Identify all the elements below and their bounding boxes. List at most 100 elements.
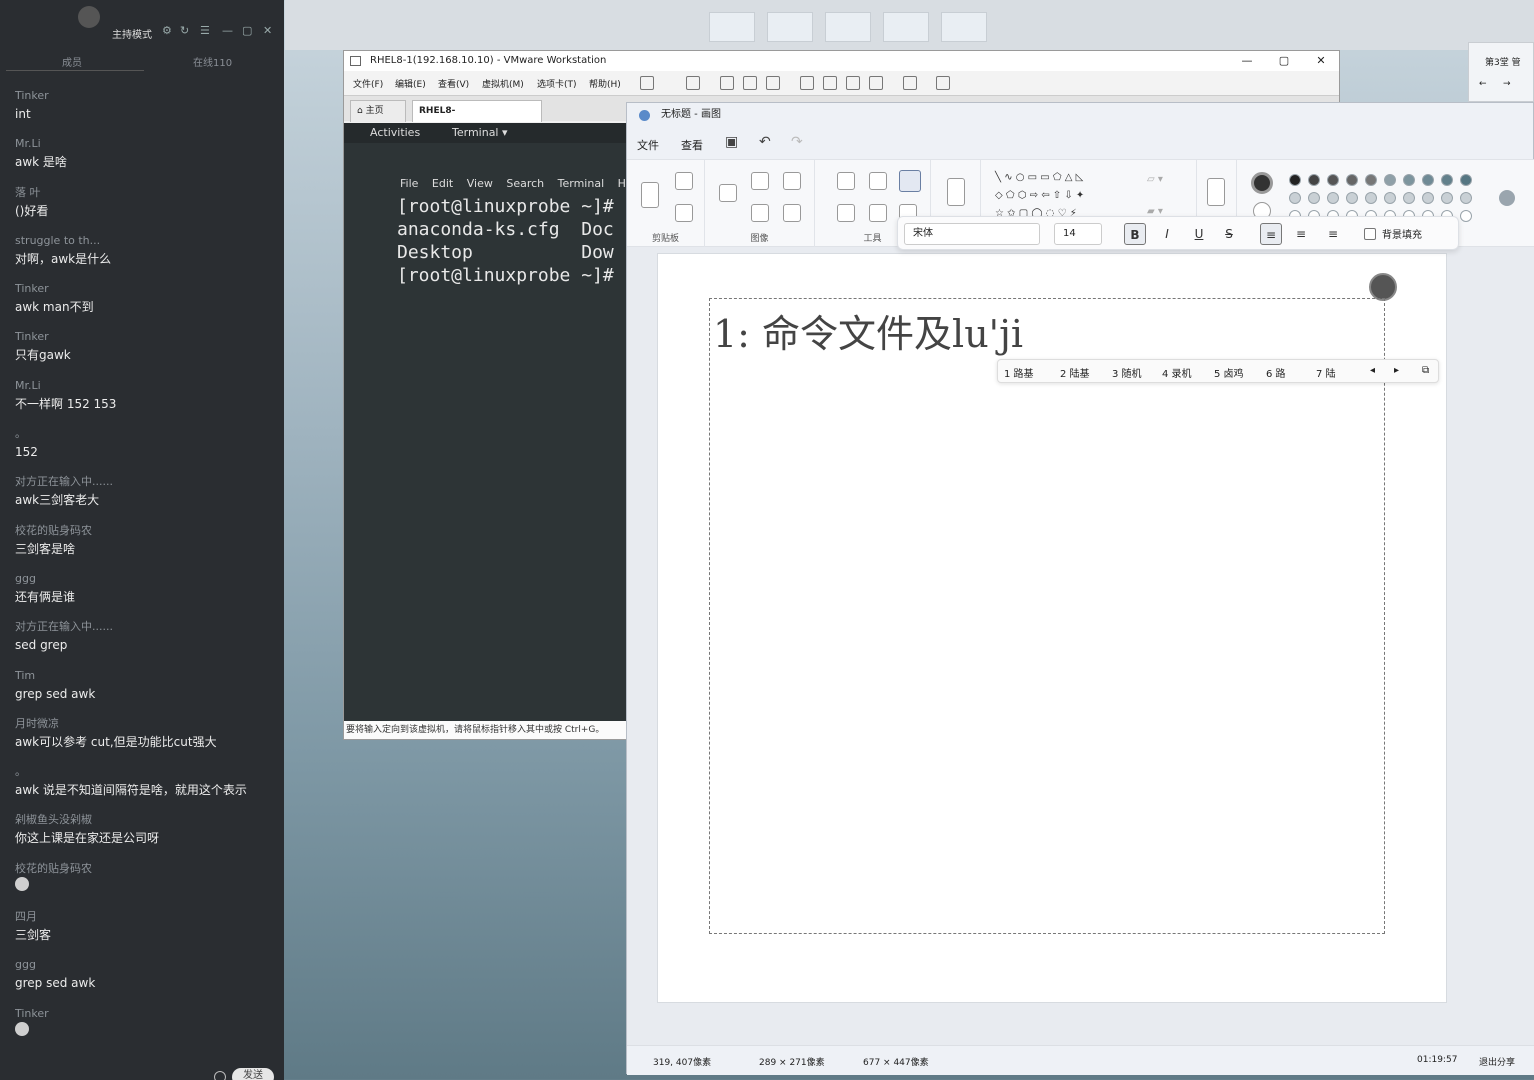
console-icon[interactable] <box>903 76 917 90</box>
color-swatch[interactable] <box>1289 192 1301 204</box>
italic-button[interactable]: I <box>1156 223 1178 245</box>
color-swatch[interactable] <box>1422 174 1434 186</box>
pause-icon[interactable] <box>640 76 654 90</box>
color-swatch[interactable] <box>1327 174 1339 186</box>
taskbar-thumbnail[interactable] <box>825 12 871 42</box>
ime-candidate[interactable]: 7 陆 <box>1316 365 1336 380</box>
tab-home[interactable]: ⌂ 主页 <box>350 100 406 122</box>
terminal-menu-terminal[interactable]: Terminal <box>558 177 605 190</box>
select-icon[interactable] <box>719 184 737 202</box>
brush-icon[interactable] <box>947 178 965 206</box>
outline-icon[interactable]: ▱ ▾ <box>1147 174 1163 185</box>
color-swatch[interactable] <box>1308 174 1320 186</box>
color-swatch[interactable] <box>1384 192 1396 204</box>
strikethrough-button[interactable]: S <box>1218 223 1240 245</box>
text-box-selection[interactable] <box>709 298 1385 934</box>
back-icon[interactable]: ← <box>1479 79 1487 89</box>
send-keys-icon[interactable] <box>686 76 700 90</box>
text-tool-icon[interactable] <box>899 170 921 192</box>
maximize-icon[interactable]: ▢ <box>242 24 252 37</box>
align-left-button[interactable]: ≡ <box>1260 223 1282 245</box>
background-fill-checkbox[interactable] <box>1364 228 1376 240</box>
align-center-button[interactable]: ≡ <box>1290 223 1312 245</box>
stretch-icon[interactable] <box>936 76 950 90</box>
menu-file[interactable]: 文件(F) <box>353 77 383 90</box>
tab-members[interactable]: 成员 <box>62 54 82 69</box>
terminal-menu-edit[interactable]: Edit <box>432 177 453 190</box>
menu-view[interactable]: 查看 <box>681 137 703 153</box>
color-swatch[interactable] <box>1441 174 1453 186</box>
ime-candidate[interactable]: 3 随机 <box>1112 365 1142 380</box>
color-swatch[interactable] <box>1308 192 1320 204</box>
copy-icon[interactable] <box>675 204 693 222</box>
menu-tabs[interactable]: 选项卡(T) <box>537 77 577 90</box>
menu-file[interactable]: 文件 <box>637 137 659 153</box>
close-icon[interactable]: ✕ <box>1306 51 1336 71</box>
redo-icon[interactable]: ↷ <box>791 134 803 150</box>
align-right-button[interactable]: ≡ <box>1322 223 1344 245</box>
taskbar-thumbnail[interactable] <box>709 12 755 42</box>
color-swatch[interactable] <box>1422 192 1434 204</box>
crop-icon[interactable] <box>751 172 769 190</box>
color-swatch[interactable] <box>1403 192 1415 204</box>
thumbnail-icon[interactable] <box>823 76 837 90</box>
undo-icon[interactable]: ↶ <box>759 134 771 150</box>
polygon-icon[interactable]: ◇ ⬠ ⬡ ⇨ ⇦ ⇧ ⇩ ✦ <box>995 190 1084 201</box>
color-swatch[interactable] <box>1346 192 1358 204</box>
ime-candidate[interactable]: 1 路基 <box>1004 365 1034 380</box>
close-icon[interactable]: ✕ <box>263 24 272 37</box>
color-swatch[interactable] <box>1365 174 1377 186</box>
color-swatch[interactable] <box>1384 174 1396 186</box>
ime-prev-icon[interactable]: ◂ <box>1370 365 1375 376</box>
taskbar-thumbnail[interactable] <box>767 12 813 42</box>
paste-icon[interactable] <box>641 182 659 208</box>
terminal-menu-view[interactable]: View <box>467 177 493 190</box>
color-swatch[interactable] <box>1289 174 1301 186</box>
ime-next-icon[interactable]: ▸ <box>1394 365 1399 376</box>
ime-candidate[interactable]: 4 录机 <box>1162 365 1192 380</box>
color-swatch[interactable] <box>1365 192 1377 204</box>
menu-icon[interactable]: ☰ <box>200 24 210 37</box>
menu-edit[interactable]: 编辑(E) <box>395 77 426 90</box>
activities-button[interactable]: Activities <box>370 126 420 139</box>
eraser-icon[interactable] <box>837 204 855 222</box>
color-swatch[interactable] <box>1460 210 1472 222</box>
pencil-icon[interactable] <box>837 172 855 190</box>
forward-icon[interactable]: → <box>1503 79 1511 89</box>
exit-share-button[interactable]: 退出分享 <box>1479 1055 1515 1068</box>
terminal-menu-search[interactable]: Search <box>506 177 544 190</box>
underline-button[interactable]: U <box>1188 223 1210 245</box>
unity-icon[interactable] <box>869 76 883 90</box>
font-family-select[interactable]: 宋体 <box>904 223 1040 245</box>
send-button[interactable]: 发送 <box>232 1068 274 1080</box>
minimize-icon[interactable]: — <box>222 24 233 37</box>
vm-console[interactable]: Activities Terminal ▾ File Edit View Sea… <box>344 123 643 721</box>
tab-vm[interactable]: RHEL8-1(192.168.10.10) <box>412 100 542 136</box>
fill-icon[interactable] <box>869 172 887 190</box>
ime-candidate[interactable]: 2 陆基 <box>1060 365 1090 380</box>
font-size-select[interactable]: 14 <box>1054 223 1102 245</box>
bold-button[interactable]: B <box>1124 223 1146 245</box>
snapshot-manager-icon[interactable] <box>766 76 780 90</box>
minimize-icon[interactable]: — <box>1232 51 1262 71</box>
cut-icon[interactable] <box>675 172 693 190</box>
color-swatch[interactable] <box>1441 192 1453 204</box>
fullscreen-icon[interactable] <box>846 76 860 90</box>
menu-view[interactable]: 查看(V) <box>438 77 469 90</box>
primary-color-swatch[interactable] <box>1251 172 1273 194</box>
snapshot-restore-icon[interactable] <box>743 76 757 90</box>
line-icon[interactable]: ╲ ∿ ○ ▭ ▭ ⬠ △ ◺ <box>995 172 1083 183</box>
emoji-icon[interactable] <box>214 1071 226 1080</box>
terminal-menu-file[interactable]: File <box>400 177 418 190</box>
rotate-icon[interactable] <box>783 172 801 190</box>
taskbar-thumbnail[interactable] <box>883 12 929 42</box>
color-picker-icon[interactable] <box>869 204 887 222</box>
ime-expand-icon[interactable]: ⧉ <box>1422 365 1429 376</box>
size-icon[interactable] <box>1207 178 1225 206</box>
resize-icon[interactable] <box>751 204 769 222</box>
save-icon[interactable]: ▣ <box>725 134 738 150</box>
tab-online[interactable]: 在线110 <box>193 54 232 69</box>
ime-candidate[interactable]: 5 卤鸡 <box>1214 365 1244 380</box>
menu-vm[interactable]: 虚拟机(M) <box>482 77 524 90</box>
maximize-icon[interactable]: ▢ <box>1269 51 1299 71</box>
